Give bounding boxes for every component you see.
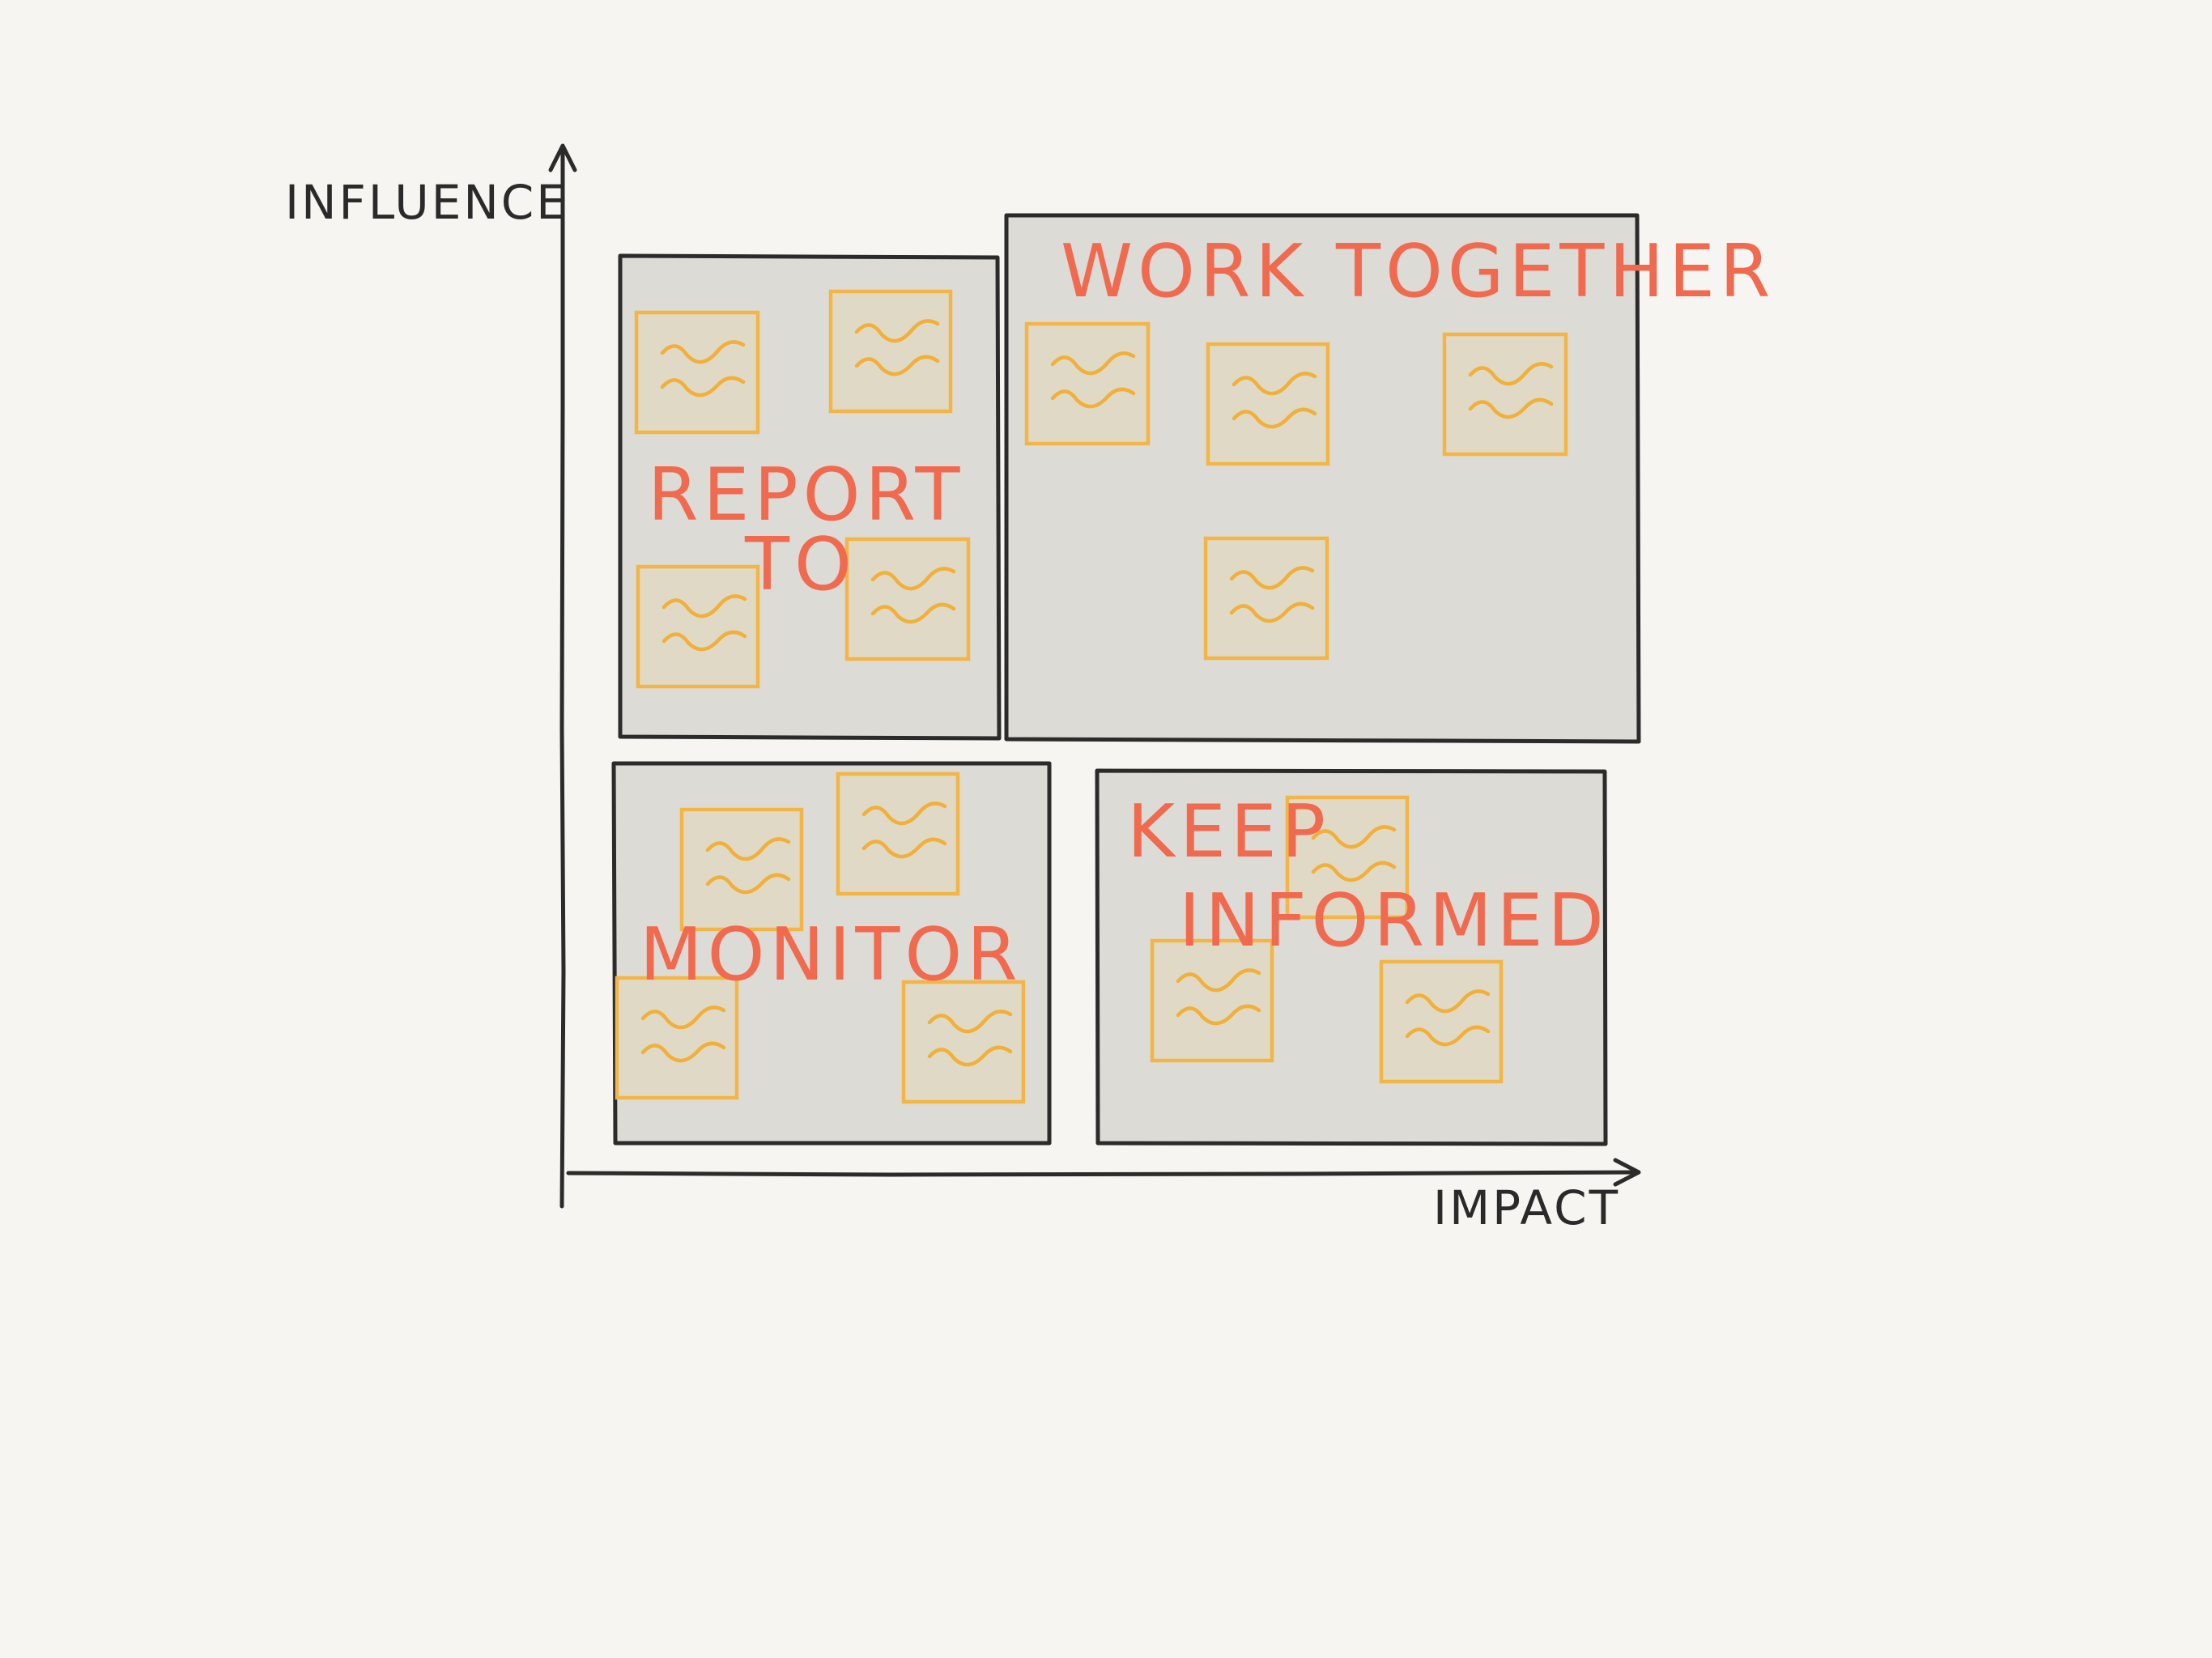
sticky-note-icon [679, 807, 804, 932]
work-together-label: WORK TOGETHER [1061, 229, 1775, 314]
sticky-note-icon [901, 980, 1026, 1104]
monitor-label: MONITOR [640, 912, 1023, 997]
report-to-label-line2: TO [744, 522, 857, 607]
x-axis-label: IMPACT [1433, 1180, 1620, 1235]
sticky-note-icon [1206, 342, 1330, 466]
keep-informed-label-line1: KEEP [1127, 789, 1330, 874]
y-axis [559, 147, 566, 1209]
stakeholder-matrix: INFLUENCE IMPACT REPORT TO WORK TOGETHER… [285, 143, 1775, 1235]
sticky-note-icon [828, 289, 953, 414]
sticky-note-icon [1203, 536, 1329, 661]
y-axis-label: INFLUENCE [285, 175, 568, 230]
sticky-note-icon [1379, 959, 1504, 1084]
sticky-note-icon [844, 537, 971, 661]
sticky-note-icon [634, 310, 760, 435]
x-axis [566, 1170, 1638, 1177]
sticky-note-icon [1442, 332, 1568, 457]
sticky-note-icon [836, 772, 960, 896]
sticky-note-icon [1024, 321, 1151, 446]
sketch-canvas: INFLUENCE IMPACT REPORT TO WORK TOGETHER… [0, 0, 2212, 1658]
sticky-note-icon [636, 564, 760, 689]
keep-informed-label-line2: INFORMED [1179, 878, 1609, 963]
